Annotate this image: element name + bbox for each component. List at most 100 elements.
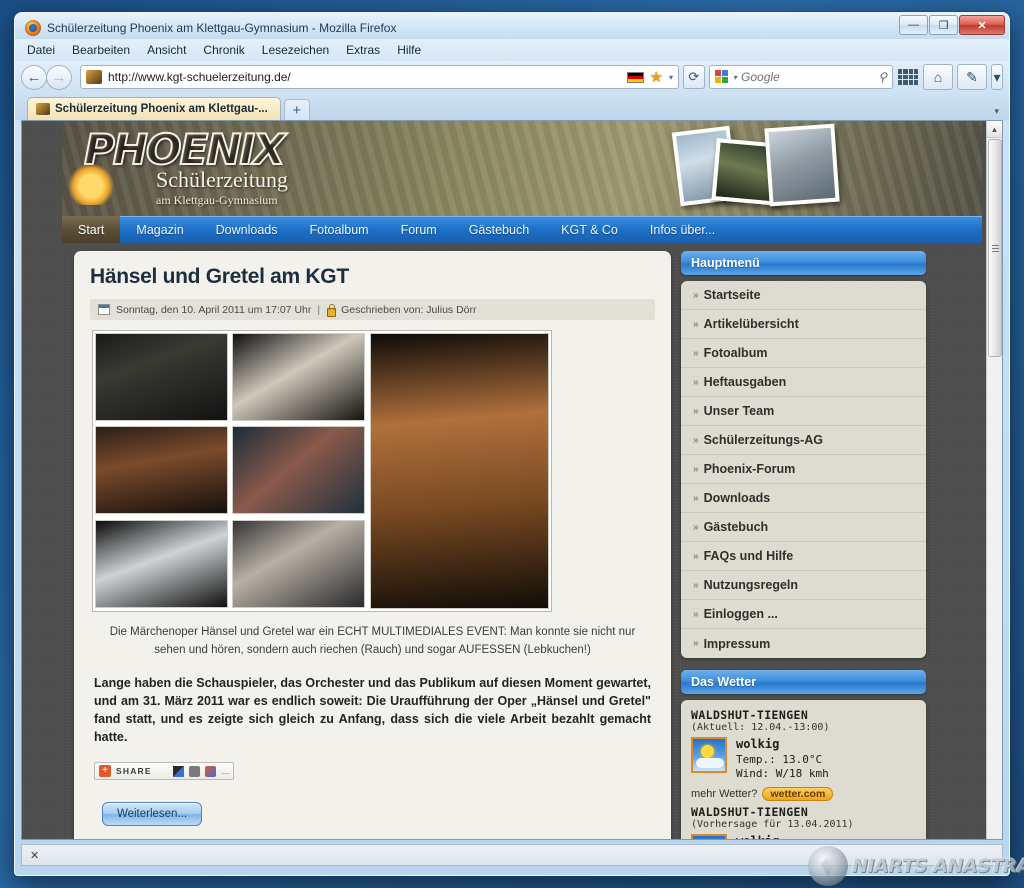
sidebar: Hauptmenü » Startseite » Artikelübersich… [681, 251, 926, 839]
page-viewport: PHOENIX Schülerzeitung am Klettgau-Gymna… [21, 120, 1003, 840]
menu-bearbeiten[interactable]: Bearbeiten [72, 43, 130, 57]
chevron-right-icon: » [693, 608, 698, 620]
article-photo-1 [95, 333, 229, 421]
weather-wind: Wind: W/18 kmh [736, 767, 829, 781]
read-more-button[interactable]: Weiterlesen... [102, 802, 202, 827]
back-button[interactable]: ← [21, 64, 47, 90]
article-photo-4 [232, 426, 366, 515]
wetter-com-link[interactable]: wetter.com [762, 786, 834, 801]
menu-hilfe[interactable]: Hilfe [397, 43, 421, 57]
sidebar-item-faqs-und-hilfe[interactable]: » FAQs und Hilfe [681, 542, 926, 571]
menu-lesezeichen[interactable]: Lesezeichen [262, 43, 329, 57]
share-icon-1[interactable] [173, 765, 185, 777]
share-icon-3[interactable] [205, 765, 217, 777]
home-button[interactable]: ⌂ [923, 64, 953, 90]
desktop-background: Schülerzeitung Phoenix am Klettgau-Gymna… [0, 0, 1024, 888]
nav-item-infos[interactable]: Infos über... [634, 216, 731, 243]
site-wrapper: PHOENIX Schülerzeitung am Klettgau-Gymna… [62, 121, 982, 839]
banner-photo-3 [764, 123, 840, 207]
tab-title: Schülerzeitung Phoenix am Klettgau-... [55, 103, 268, 115]
menu-chronik[interactable]: Chronik [203, 43, 244, 57]
apps-grid-icon[interactable] [897, 68, 919, 86]
forward-button[interactable]: → [46, 64, 72, 90]
firefox-icon [25, 20, 41, 36]
bookmark-star-icon[interactable]: ★ [650, 68, 663, 86]
maximize-button[interactable]: ❐ [929, 15, 958, 35]
sun-cloud-icon [691, 737, 727, 773]
sidebar-item-label: FAQs und Hilfe [703, 549, 794, 563]
weather-forecast-date: (Vorhersage für 13.04.2011) [691, 818, 854, 830]
chevron-right-icon: » [693, 405, 698, 417]
search-placeholder: Google [741, 70, 780, 84]
reload-button[interactable]: ⟳ [683, 65, 705, 89]
sidebar-item-artikeluebersicht[interactable]: » Artikelübersicht [681, 310, 926, 339]
bookmarks-button[interactable]: ✎ [957, 64, 987, 90]
menu-datei[interactable]: Datei [27, 43, 55, 57]
sidebar-item-downloads[interactable]: » Downloads [681, 484, 926, 513]
nav-item-gaestebuch[interactable]: Gästebuch [453, 216, 545, 243]
sidebar-item-schuelerzeitungs-ag[interactable]: » Schülerzeitungs-AG [681, 426, 926, 455]
close-findbar-button[interactable]: ✕ [30, 849, 39, 862]
sidebar-item-unser-team[interactable]: » Unser Team [681, 397, 926, 426]
collage-grid [95, 333, 366, 609]
search-input[interactable]: ▾ Google ⚲ [709, 65, 893, 89]
url-bar[interactable]: http://www.kgt-schuelerzeitung.de/ ★ ▾ [80, 65, 679, 89]
share-plus-icon[interactable]: + [99, 765, 111, 778]
share-bar[interactable]: + SHARE ... [94, 762, 234, 781]
sun-cloud-icon [691, 833, 727, 839]
page-content: PHOENIX Schülerzeitung am Klettgau-Gymna… [22, 121, 986, 839]
share-more-icon[interactable]: ... [221, 766, 229, 776]
article-photo-2 [232, 333, 366, 421]
share-icon-2[interactable] [189, 765, 201, 777]
nav-item-kgt-co[interactable]: KGT & Co [545, 216, 634, 243]
tab-list-caret-icon[interactable]: ▾ [994, 106, 999, 117]
close-button[interactable]: ✕ [959, 15, 1005, 35]
minimize-button[interactable]: — [899, 15, 928, 35]
search-engine-caret-icon[interactable]: ▾ [733, 73, 737, 82]
scrollbar-thumb[interactable] [988, 139, 1002, 357]
scroll-up-icon[interactable]: ▲ [986, 121, 1002, 138]
article-date: Sonntag, den 10. April 2011 um 17:07 Uhr [116, 303, 312, 316]
page-title: Hänsel und Gretel am KGT [90, 265, 349, 288]
new-tab-button[interactable]: + [283, 99, 310, 120]
site-body: Hänsel und Gretel am KGT Sonntag, den 10… [62, 243, 982, 839]
nav-item-start[interactable]: Start [62, 216, 121, 243]
toolbar-overflow-caret-icon[interactable]: ▾ [991, 64, 1003, 90]
nav-item-forum[interactable]: Forum [385, 216, 453, 243]
nav-item-fotoalbum[interactable]: Fotoalbum [294, 216, 385, 243]
sidebar-item-gaestebuch[interactable]: » Gästebuch [681, 513, 926, 542]
sidebar-item-nutzungsregeln[interactable]: » Nutzungsregeln [681, 571, 926, 600]
site-logo[interactable]: PHOENIX Schülerzeitung am Klettgau-Gymna… [83, 125, 324, 208]
weather-title: Das Wetter [681, 670, 926, 694]
navigation-toolbar: ← → http://www.kgt-schuelerzeitung.de/ ★… [15, 61, 1009, 93]
sidebar-item-phoenix-forum[interactable]: » Phoenix-Forum [681, 455, 926, 484]
chevron-right-icon: » [693, 463, 698, 475]
menu-extras[interactable]: Extras [346, 43, 380, 57]
sidebar-item-label: Downloads [703, 491, 771, 505]
sidebar-item-einloggen[interactable]: » Einloggen ... [681, 600, 926, 629]
german-flag-icon [626, 71, 644, 83]
menu-ansicht[interactable]: Ansicht [147, 43, 186, 57]
chevron-right-icon: » [693, 434, 698, 446]
weather-module: Das Wetter WALDSHUT-TIENGEN (Aktuell: 12… [681, 670, 926, 839]
url-text[interactable]: http://www.kgt-schuelerzeitung.de/ [108, 70, 621, 84]
site-navigation: Start Magazin Downloads Fotoalbum Forum … [62, 216, 982, 243]
nav-item-downloads[interactable]: Downloads [200, 216, 294, 243]
urlbar-caret-icon[interactable]: ▾ [669, 73, 673, 82]
chevron-right-icon: » [693, 550, 698, 562]
logo-wordmark: PHOENIX [83, 125, 287, 174]
nav-item-magazin[interactable]: Magazin [120, 216, 199, 243]
article-caption: Die Märchenoper Hänsel und Gretel war ei… [109, 626, 636, 656]
weather-more-row: mehr Wetter? wetter.com [691, 786, 916, 801]
tab-active[interactable]: Schülerzeitung Phoenix am Klettgau-... [27, 97, 281, 120]
sidebar-item-startseite[interactable]: » Startseite [681, 281, 926, 310]
search-icon[interactable]: ⚲ [878, 70, 887, 84]
sidebar-item-impressum[interactable]: » Impressum [681, 629, 926, 658]
sidebar-item-label: Unser Team [703, 404, 775, 418]
window-controls: — ❐ ✕ [899, 15, 1005, 35]
sidebar-item-heftausgaben[interactable]: » Heftausgaben [681, 368, 926, 397]
sidebar-item-fotoalbum[interactable]: » Fotoalbum [681, 339, 926, 368]
weather-more-label: mehr Wetter? [691, 787, 758, 800]
sidebar-item-label: Einloggen ... [703, 607, 778, 621]
page-scrollbar[interactable]: ▲ [986, 121, 1002, 839]
